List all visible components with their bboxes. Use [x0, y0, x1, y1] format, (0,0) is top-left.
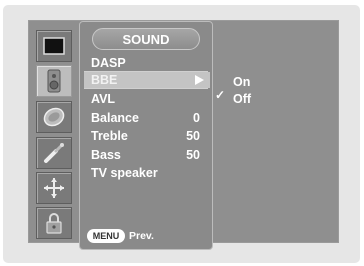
menu-item-value: 50 [186, 148, 200, 162]
menu-item-balance[interactable]: Balance 0 [84, 110, 210, 126]
screen-adjust-icon [44, 178, 64, 198]
menu-item-label: TV speaker [91, 166, 158, 180]
screen-category-button[interactable] [36, 172, 72, 204]
picture-category-button[interactable] [36, 30, 72, 62]
tools-icon [44, 143, 64, 163]
menu-item-bass[interactable]: Bass 50 [84, 147, 210, 163]
prev-label: Prev. [129, 230, 154, 242]
menu-button[interactable]: MENU [87, 229, 125, 243]
lock-icon [46, 213, 62, 234]
lock-category-button[interactable] [36, 207, 72, 239]
menu-item-label: Treble [91, 129, 128, 143]
speaker-icon [47, 69, 61, 93]
option-on[interactable]: On [233, 75, 250, 89]
checkmark-icon: ✓ [215, 88, 226, 102]
submenu-arrow-icon [195, 75, 204, 85]
menu-item-avl[interactable]: AVL [84, 91, 210, 107]
picture-icon [43, 37, 65, 55]
tools-category-button[interactable] [36, 137, 72, 169]
menu-item-label: DASP [91, 56, 126, 70]
divider [84, 88, 208, 89]
menu-item-label: Balance [91, 111, 139, 125]
menu-item-value: 0 [193, 111, 200, 125]
menu-item-treble[interactable]: Treble 50 [84, 128, 210, 144]
menu-item-value: 50 [186, 129, 200, 143]
menu-title: SOUND [92, 28, 200, 50]
menu-item-label: AVL [91, 92, 116, 106]
menu-item-bbe[interactable]: BBE [84, 72, 210, 88]
time-category-button[interactable] [36, 101, 72, 133]
menu-item-label: BBE [91, 73, 118, 87]
option-off[interactable]: Off [233, 92, 251, 106]
time-icon [43, 107, 65, 127]
menu-item-label: Bass [91, 148, 121, 162]
menu-item-tv-speaker[interactable]: TV speaker [84, 165, 210, 181]
sound-category-button[interactable] [36, 65, 72, 97]
menu-item-dasp[interactable]: DASP [84, 55, 210, 71]
